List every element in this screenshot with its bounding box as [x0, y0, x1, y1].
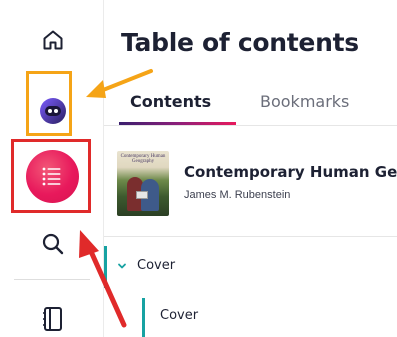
notebook-button[interactable]	[37, 302, 69, 336]
app-window: Table of contents Contents Bookmarks Con…	[0, 0, 397, 337]
notebook-icon	[43, 307, 62, 331]
sidebar-divider	[14, 279, 90, 280]
page-title: Table of contents	[121, 28, 359, 57]
search-button[interactable]	[37, 228, 69, 260]
section-accent-bar	[104, 246, 107, 288]
home-icon	[43, 30, 63, 50]
toc-section-label: Cover	[137, 258, 176, 273]
annotation-highlight-box-red	[11, 139, 91, 213]
book-author: James M. Rubenstein	[184, 189, 291, 201]
chevron-down-icon[interactable]	[116, 260, 128, 272]
book-title: Contemporary Human Geography	[184, 163, 397, 181]
toc-item-accent-bar	[142, 298, 145, 337]
book-info: Contemporary Human Geography Contemporar…	[104, 127, 397, 237]
search-icon	[42, 233, 64, 255]
tab-contents[interactable]: Contents	[130, 92, 211, 111]
toc-item-label: Cover	[160, 308, 199, 323]
cover-tablet	[136, 191, 148, 199]
toc-item-cover[interactable]: Cover	[142, 294, 397, 337]
annotation-highlight-box-orange	[26, 71, 72, 136]
book-cover-image: Contemporary Human Geography	[117, 151, 169, 216]
tab-bookmarks[interactable]: Bookmarks	[260, 92, 349, 111]
home-button[interactable]	[37, 24, 69, 56]
active-tab-indicator	[119, 122, 236, 125]
toc-panel: Table of contents Contents Bookmarks Con…	[104, 0, 397, 337]
tab-bar: Contents Bookmarks	[104, 86, 397, 126]
toc-section-cover[interactable]: Cover	[104, 246, 397, 288]
book-cover-title: Contemporary Human Geography	[120, 154, 166, 164]
